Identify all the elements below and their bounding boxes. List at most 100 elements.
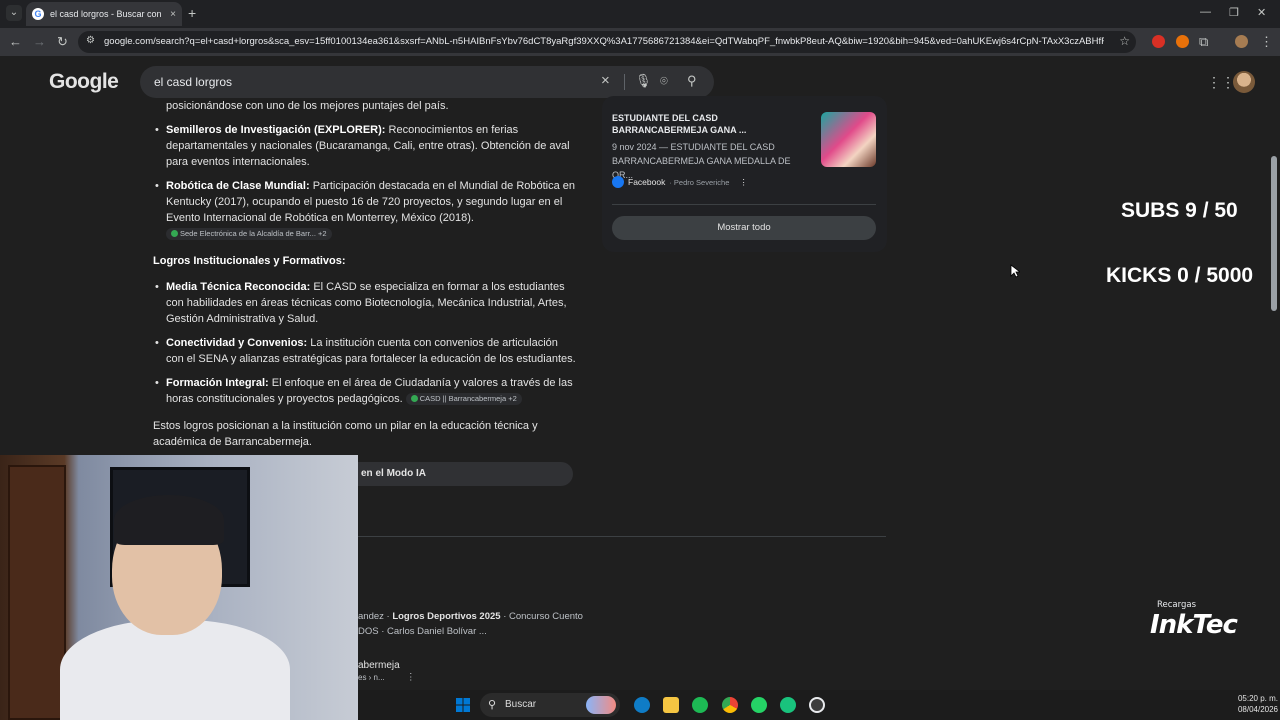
- google-favicon-icon: G: [32, 8, 44, 20]
- closing-paragraph: Estos logros posicionan a la institución…: [153, 420, 538, 448]
- windows-start-icon[interactable]: [455, 697, 471, 713]
- source-favicon-icon: [171, 230, 178, 237]
- chrome-icon[interactable]: [722, 697, 738, 713]
- source-author: · Pedro Severiche: [669, 177, 730, 187]
- ai-mode-button-label: en el Modo IA: [361, 468, 426, 479]
- source-chip[interactable]: Sede Electrónica de la Alcaldía de Barr.…: [166, 228, 332, 240]
- more-options-icon[interactable]: ⋮: [739, 177, 748, 188]
- section-heading: Logros Institucionales y Formativos:: [153, 255, 346, 267]
- inktec-logo-small: Recargas: [1157, 600, 1197, 610]
- inktec-logo-text: InkTec: [1150, 610, 1238, 640]
- result-title[interactable]: abermeja: [358, 660, 400, 671]
- google-logo-text: Google: [49, 70, 119, 93]
- search-query[interactable]: el casd lorgros: [154, 75, 232, 89]
- source-card-source: Facebook · Pedro Severiche ⋮: [612, 176, 748, 188]
- source-card-title[interactable]: ESTUDIANTE DEL CASD BARRANCABERMEJA GANA…: [612, 112, 810, 136]
- source-name: Facebook: [628, 177, 666, 187]
- whatsapp-icon[interactable]: [751, 697, 767, 713]
- clock-time: 05:20 p. m.: [1237, 694, 1278, 703]
- extension-red-icon[interactable]: [1152, 35, 1165, 48]
- windows-taskbar: ⚲ Buscar 05:20 p. m. 08/04/2026: [358, 690, 1280, 720]
- app-green-icon[interactable]: [780, 697, 796, 713]
- profile-avatar-icon[interactable]: [1235, 35, 1248, 48]
- search-highlight-icon: [586, 696, 616, 714]
- subs-counter: SUBS 9 / 50: [1121, 199, 1238, 222]
- bullet-dot: •: [155, 337, 159, 349]
- clock-date: 08/04/2026: [1237, 705, 1278, 714]
- taskbar-search[interactable]: ⚲ Buscar: [480, 693, 620, 717]
- result-breadcrumb: es › n...: [358, 673, 385, 682]
- list-item-title: Media Técnica Reconocida:: [166, 281, 311, 293]
- system-clock[interactable]: 05:20 p. m. 08/04/2026: [1220, 693, 1278, 715]
- webcam-person-cap: [114, 495, 224, 545]
- taskbar-search-label: Buscar: [505, 699, 537, 710]
- source-card-thumbnail[interactable]: [821, 112, 876, 167]
- extensions-puzzle-icon[interactable]: ⧉: [1199, 34, 1208, 50]
- extension-orange-icon[interactable]: [1176, 35, 1189, 48]
- facebook-icon: [612, 176, 624, 188]
- edge-icon[interactable]: [634, 697, 650, 713]
- list-item-title: Semilleros de Investigación (EXPLORER):: [166, 124, 386, 136]
- restore-icon[interactable]: ❐: [1229, 6, 1239, 19]
- tab-title: el casd lorgros - Buscar con Go: [50, 9, 165, 19]
- source-chip-label: CASD || Barrancabermeja +2: [419, 394, 517, 403]
- source-favicon-icon: [410, 395, 418, 402]
- lens-search-icon[interactable]: ⌾: [660, 73, 668, 89]
- list-item-title: Robótica de Clase Mundial:: [166, 180, 310, 192]
- new-tab-button[interactable]: +: [188, 5, 196, 21]
- related-item[interactable]: · Concurso Cuento: [501, 611, 583, 622]
- ai-mode-button[interactable]: en el Modo IA: [358, 462, 573, 486]
- related-item-bold[interactable]: Logros Deportivos 2025: [392, 611, 500, 622]
- page-scrollbar[interactable]: [1268, 56, 1280, 690]
- related-searches-line[interactable]: andez · Logros Deportivos 2025 · Concurs…: [358, 611, 583, 622]
- back-icon[interactable]: ←: [9, 34, 22, 50]
- tab-close-icon[interactable]: ×: [170, 9, 176, 20]
- minimize-icon[interactable]: —: [1200, 6, 1211, 18]
- search-box[interactable]: el casd lorgros × 🎙 ⌾ ⚲: [140, 66, 714, 98]
- kicks-counter: KICKS 0 / 5000: [1106, 264, 1254, 287]
- forward-icon[interactable]: →: [33, 34, 46, 50]
- reload-icon[interactable]: ↻: [57, 34, 68, 50]
- related-searches-line-2[interactable]: DOS · Carlos Daniel Bolívar ...: [358, 626, 487, 637]
- spotify-icon[interactable]: [692, 697, 708, 713]
- clear-search-icon[interactable]: ×: [601, 73, 610, 89]
- bullet-dot: •: [155, 281, 159, 293]
- webcam-overlay: [0, 455, 358, 720]
- bookmark-star-icon[interactable]: ☆: [1119, 34, 1130, 48]
- scrollbar-thumb[interactable]: [1271, 156, 1277, 311]
- bullet-dot: •: [155, 180, 159, 192]
- tab-search-menu-button[interactable]: ⌄: [6, 5, 22, 21]
- show-all-button[interactable]: Mostrar todo: [612, 216, 876, 240]
- section-divider: [358, 536, 886, 537]
- google-logo[interactable]: Google: [49, 70, 119, 94]
- list-item-title: Formación Integral:: [166, 377, 269, 389]
- webcam-background-door: [8, 465, 66, 720]
- browser-tab-active[interactable]: G el casd lorgros - Buscar con Go ×: [26, 2, 182, 26]
- chrome-menu-icon[interactable]: ⋮: [1260, 34, 1273, 50]
- close-window-icon[interactable]: ✕: [1257, 6, 1266, 19]
- url-text[interactable]: google.com/search?q=el+casd+lorgros&sca_…: [104, 36, 1104, 47]
- account-avatar[interactable]: [1233, 71, 1255, 93]
- source-chip-label: Sede Electrónica de la Alcaldía de Barr.…: [180, 229, 327, 238]
- search-icon[interactable]: ⚲: [687, 73, 697, 89]
- result-more-icon[interactable]: ⋮: [406, 672, 416, 683]
- search-divider: [624, 74, 625, 90]
- search-icon: ⚲: [488, 699, 497, 711]
- source-chip[interactable]: CASD || Barrancabermeja +2: [405, 393, 522, 405]
- address-bar[interactable]: ⚙ google.com/search?q=el+casd+lorgros&sc…: [78, 31, 1136, 53]
- webcam-person-shirt: [60, 620, 290, 720]
- browser-tab-bar: ⌄ G el casd lorgros - Buscar con Go × + …: [0, 0, 1280, 28]
- bullet-dot: •: [155, 124, 159, 136]
- app-recording-icon[interactable]: [809, 697, 825, 713]
- inktec-logo: Recargas InkTec: [1150, 600, 1260, 655]
- file-explorer-icon[interactable]: [663, 697, 679, 713]
- related-item[interactable]: andez ·: [358, 611, 392, 622]
- source-card: ESTUDIANTE DEL CASD BARRANCABERMEJA GANA…: [602, 96, 887, 252]
- card-divider: [612, 204, 876, 205]
- cut-line: posicionándose con uno de los mejores pu…: [166, 100, 449, 112]
- voice-search-icon[interactable]: 🎙: [635, 73, 652, 89]
- list-item-title: Conectividad y Convenios:: [166, 337, 308, 349]
- bullet-dot: •: [155, 377, 159, 389]
- mouse-cursor-icon: [1010, 264, 1020, 278]
- site-info-icon[interactable]: ⚙: [86, 35, 95, 46]
